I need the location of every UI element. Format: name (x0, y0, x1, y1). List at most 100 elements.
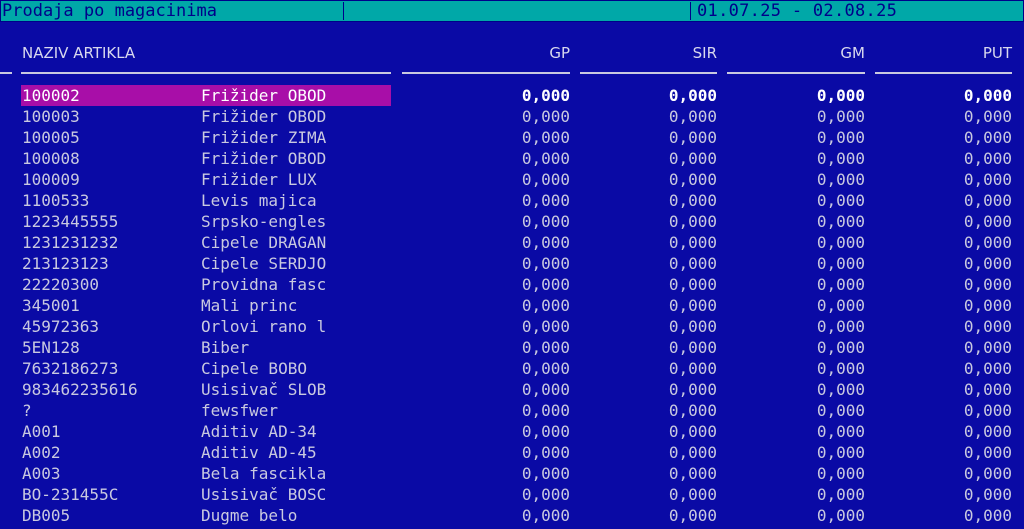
gp-value: 0,000 (521, 317, 570, 336)
gm-value: 0,000 (816, 401, 865, 420)
table-row[interactable]: 100002 Frižider OBOD 0,000 0,000 0,000 0,000 (0, 85, 1024, 106)
sir-value: 0,000 (668, 338, 717, 357)
article-code: 1100533 (22, 191, 90, 210)
article-name: Bela fascikla (201, 464, 327, 483)
gp-value: 0,000 (521, 464, 570, 483)
table-row[interactable]: A001 Aditiv AD-34 0,000 0,000 0,000 0,000 (0, 421, 1024, 442)
put-value: 0,000 (963, 359, 1012, 378)
table-row[interactable]: BO-231455C Usisivač BOSC 0,000 0,000 0,000 0,… (0, 484, 1024, 505)
sir-value: 0,000 (668, 107, 717, 126)
sir-value: 0,000 (668, 380, 717, 399)
gm-value: 0,000 (816, 233, 865, 252)
table-row[interactable]: 100005 Frižider ZIMA 0,000 0,000 0,000 0,000 (0, 127, 1024, 148)
gp-value: 0,000 (521, 128, 570, 147)
article-name: Mali princ (201, 296, 298, 315)
gm-value: 0,000 (816, 443, 865, 462)
article-code: ? (22, 401, 32, 420)
table-row[interactable]: 22220300 Providna fasc 0,000 0,000 0,000 0,00… (0, 274, 1024, 295)
header-underline (580, 72, 717, 74)
table-row[interactable]: 1223445555 Srpsko-engles 0,000 0,000 0,000 0,… (0, 211, 1024, 232)
article-code: 345001 (22, 296, 80, 315)
table-row[interactable]: 1231231232 Cipele DRAGAN 0,000 0,000 0,000 0,… (0, 232, 1024, 253)
gp-value: 0,000 (521, 506, 570, 525)
table-row[interactable]: 45972363 Orlovi rano l 0,000 0,000 0,000 0,00… (0, 316, 1024, 337)
put-value: 0,000 (963, 149, 1012, 168)
article-name: Frižider LUX (201, 170, 317, 189)
article-code: 213123123 (22, 254, 109, 273)
table-row[interactable]: 100003 Frižider OBOD 0,000 0,000 0,000 0,000 (0, 106, 1024, 127)
table-row[interactable]: 100008 Frižider OBOD 0,000 0,000 0,000 0,000 (0, 148, 1024, 169)
title-bar: Prodaja po magacinima 01.07.25 - 02.08.2… (0, 0, 1024, 22)
gp-value: 0,000 (521, 359, 570, 378)
article-name: Frižider OBOD (201, 107, 327, 126)
table-row[interactable]: A002 Aditiv AD-45 0,000 0,000 0,000 0,000 (0, 442, 1024, 463)
table-row[interactable]: 5EN128 Biber 0,000 0,000 0,000 0,000 (0, 337, 1024, 358)
table-row[interactable]: 100009 Frižider LUX 0,000 0,000 0,000 0,000 (0, 169, 1024, 190)
article-name: Usisivač SLOB (201, 380, 327, 399)
article-name: Biber (201, 338, 250, 357)
gp-value: 0,000 (521, 401, 570, 420)
column-header-naziv[interactable]: NAZIV ARTIKLA (22, 43, 135, 63)
article-code: DB005 (22, 506, 71, 525)
gp-value: 0,000 (521, 380, 570, 399)
article-code: 7632186273 (22, 359, 119, 378)
table-row[interactable]: DB005 Dugme belo 0,000 0,000 0,000 0,000 (0, 505, 1024, 526)
table-row[interactable]: 983462235616 Usisivač SLOB 0,000 0,000 0,000… (0, 379, 1024, 400)
put-value: 0,000 (963, 254, 1012, 273)
gp-value: 0,000 (521, 296, 570, 315)
table-row[interactable]: 345001 Mali princ 0,000 0,000 0,000 0,000 (0, 295, 1024, 316)
sir-value: 0,000 (668, 86, 717, 105)
article-code: 1223445555 (22, 212, 119, 231)
put-value: 0,000 (963, 191, 1012, 210)
table-row[interactable]: 1100533 Levis majica 0,000 0,000 0,000 0,000 (0, 190, 1024, 211)
article-name: Providna fasc (201, 275, 327, 294)
gm-value: 0,000 (816, 422, 865, 441)
gp-value: 0,000 (521, 233, 570, 252)
gp-value: 0,000 (521, 212, 570, 231)
gp-value: 0,000 (521, 422, 570, 441)
gm-value: 0,000 (816, 275, 865, 294)
sir-value: 0,000 (668, 128, 717, 147)
sir-value: 0,000 (668, 506, 717, 525)
put-value: 0,000 (963, 338, 1012, 357)
sir-value: 0,000 (668, 464, 717, 483)
sir-value: 0,000 (668, 401, 717, 420)
article-code: 100008 (22, 149, 80, 168)
table-row[interactable]: 7632186273 Cipele BOBO 0,000 0,000 0,000 0,00… (0, 358, 1024, 379)
table-row[interactable]: A003 Bela fascikla 0,000 0,000 0,000 0,000 (0, 463, 1024, 484)
header-underline (0, 72, 12, 74)
column-header-put[interactable]: PUT (912, 43, 1012, 63)
put-value: 0,000 (963, 128, 1012, 147)
article-code: 5EN128 (22, 338, 80, 357)
put-value: 0,000 (963, 86, 1012, 105)
article-code: 100002 (22, 86, 80, 105)
article-code: A001 (22, 422, 61, 441)
gm-value: 0,000 (816, 506, 865, 525)
table-row[interactable]: 213123123 Cipele SERDJO 0,000 0,000 0,000 0,0… (0, 253, 1024, 274)
article-code: 100003 (22, 107, 80, 126)
column-header-gm[interactable]: GM (765, 43, 865, 63)
gp-value: 0,000 (521, 107, 570, 126)
article-code: A003 (22, 464, 61, 483)
column-header-gp[interactable]: GP (470, 43, 570, 63)
article-code: 1231231232 (22, 233, 119, 252)
column-header-sir[interactable]: SIR (617, 43, 717, 63)
gm-value: 0,000 (816, 212, 865, 231)
article-code: 45972363 (22, 317, 100, 336)
table-row[interactable]: ? fewsfwer 0,000 0,000 0,000 0,000 (0, 400, 1024, 421)
sir-value: 0,000 (668, 275, 717, 294)
sir-value: 0,000 (668, 233, 717, 252)
article-name: Frižider ZIMA (201, 128, 327, 147)
put-value: 0,000 (963, 506, 1012, 525)
title-separator (343, 2, 344, 20)
gm-value: 0,000 (816, 464, 865, 483)
gm-value: 0,000 (816, 86, 865, 105)
article-name: Cipele BOBO (201, 359, 307, 378)
gm-value: 0,000 (816, 380, 865, 399)
sir-value: 0,000 (668, 170, 717, 189)
gp-value: 0,000 (521, 170, 570, 189)
window-title: Prodaja po magacinima (2, 1, 217, 21)
article-name: Srpsko-engles (201, 212, 327, 231)
gm-value: 0,000 (816, 317, 865, 336)
sir-value: 0,000 (668, 317, 717, 336)
